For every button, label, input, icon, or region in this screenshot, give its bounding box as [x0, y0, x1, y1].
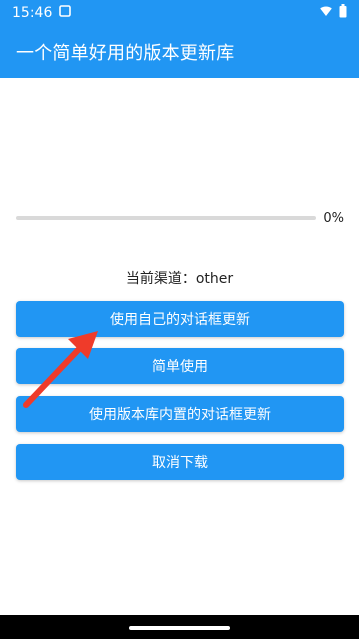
status-left: 15:46: [12, 4, 72, 22]
battery-icon: [339, 3, 347, 22]
cancel-download-button[interactable]: 取消下载: [16, 444, 344, 480]
button-label: 使用版本库内置的对话框更新: [89, 407, 271, 423]
progress-percent: 0%: [323, 210, 344, 226]
home-handle[interactable]: [129, 626, 230, 630]
wifi-icon: [319, 5, 333, 21]
status-bar: 15:46: [0, 0, 359, 25]
app-screen: 15:46 一个简单好用的版本更新库 0% 当前渠道：other 使用自己的对话…: [0, 0, 359, 639]
button-label: 取消下载: [152, 455, 208, 471]
button-label: 简单使用: [152, 359, 208, 375]
button-label: 使用自己的对话框更新: [110, 312, 250, 328]
progress-row: 0%: [16, 208, 344, 228]
app-bar: 一个简单好用的版本更新库: [0, 25, 359, 78]
nav-bar: [0, 615, 359, 639]
progress-bar: [16, 216, 317, 220]
screen-icon: [58, 4, 72, 22]
status-time: 15:46: [12, 4, 53, 21]
status-right: [319, 3, 347, 22]
update-builtin-dialog-button[interactable]: 使用版本库内置的对话框更新: [16, 396, 344, 432]
channel-label: 当前渠道：other: [125, 271, 234, 287]
app-title: 一个简单好用的版本更新库: [16, 42, 235, 64]
update-custom-dialog-button[interactable]: 使用自己的对话框更新: [16, 301, 344, 337]
simple-use-button[interactable]: 简单使用: [16, 348, 344, 384]
